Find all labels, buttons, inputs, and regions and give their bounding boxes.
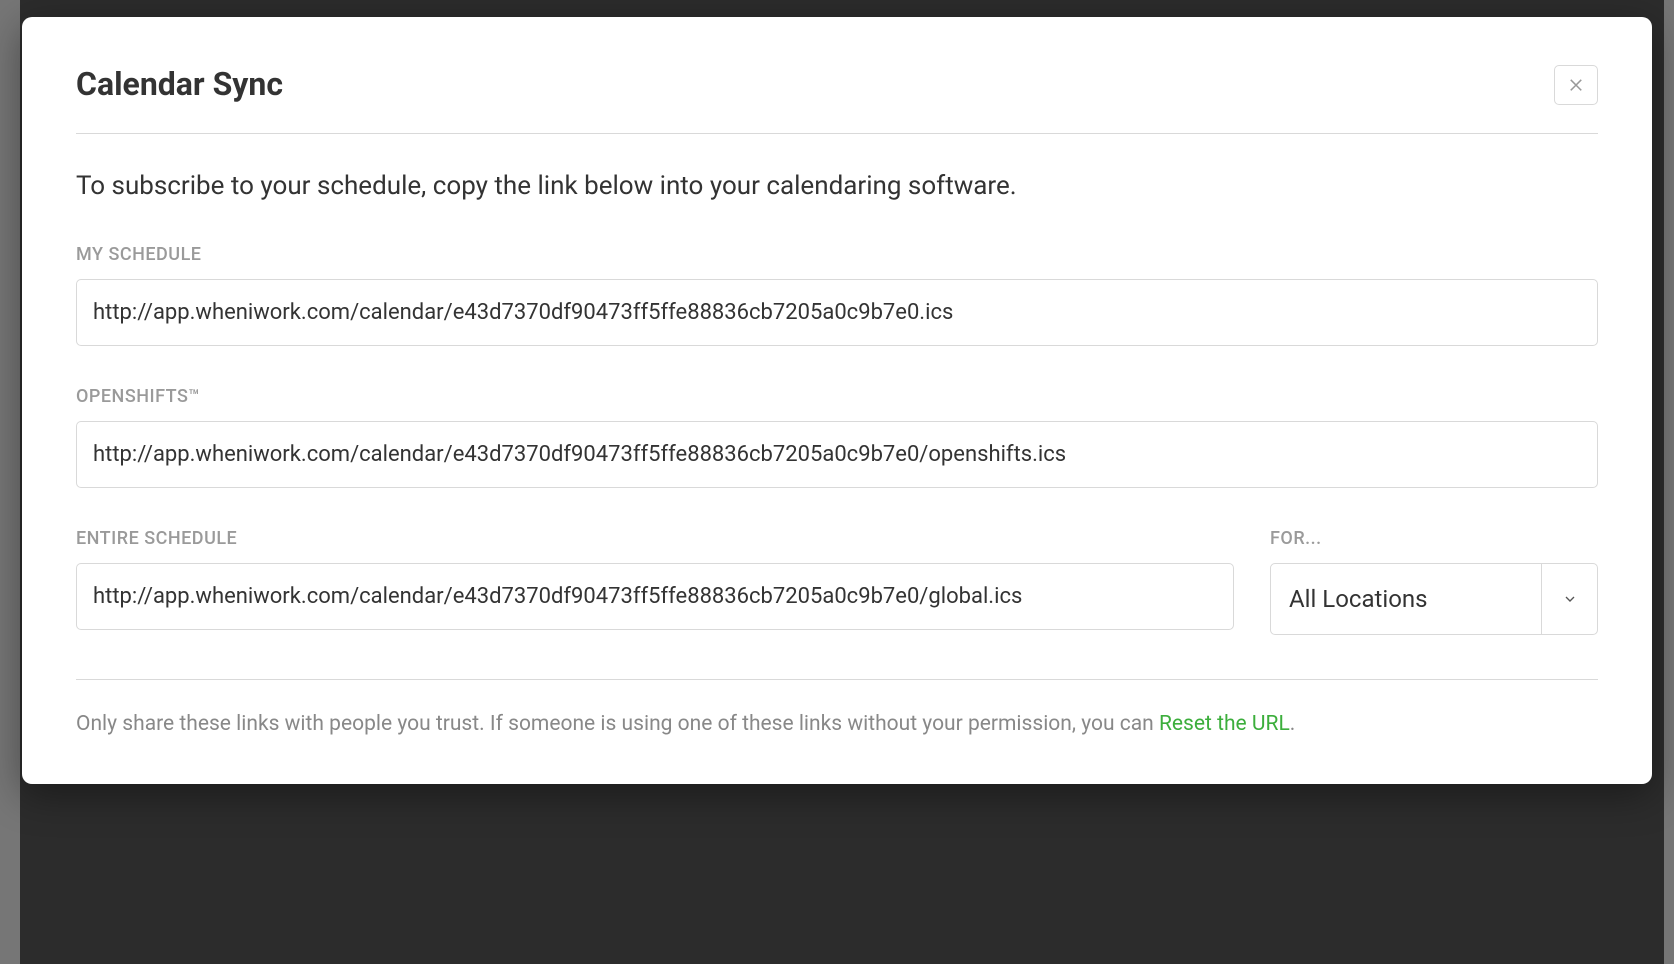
background-sliver-left <box>0 0 20 964</box>
entire-schedule-label: ENTIRE SCHEDULE <box>76 528 1234 549</box>
chevron-down-icon <box>1541 564 1597 634</box>
location-select-value: All Locations <box>1271 564 1541 634</box>
for-label: FOR... <box>1270 528 1598 549</box>
footer-prefix: Only share these links with people you t… <box>76 712 1159 736</box>
footer-suffix: . <box>1290 712 1296 736</box>
calendar-sync-modal: Calendar Sync To subscribe to your sched… <box>22 17 1652 784</box>
divider <box>76 679 1598 680</box>
reset-url-link[interactable]: Reset the URL <box>1159 712 1290 736</box>
intro-text: To subscribe to your schedule, copy the … <box>76 168 1598 204</box>
openshifts-label: OPENSHIFTS™ <box>76 386 1598 407</box>
location-select[interactable]: All Locations <box>1270 563 1598 635</box>
entire-schedule-row: ENTIRE SCHEDULE FOR... All Locations <box>76 528 1598 635</box>
my-schedule-url-input[interactable] <box>76 279 1598 346</box>
close-button[interactable] <box>1554 65 1598 105</box>
openshifts-url-input[interactable] <box>76 421 1598 488</box>
my-schedule-label: MY SCHEDULE <box>76 244 1598 265</box>
footer-note: Only share these links with people you t… <box>76 712 1598 736</box>
modal-title: Calendar Sync <box>76 65 283 103</box>
entire-schedule-url-input[interactable] <box>76 563 1234 630</box>
background-sliver-right <box>1664 0 1674 964</box>
modal-header: Calendar Sync <box>76 65 1598 134</box>
close-icon <box>1567 75 1585 96</box>
